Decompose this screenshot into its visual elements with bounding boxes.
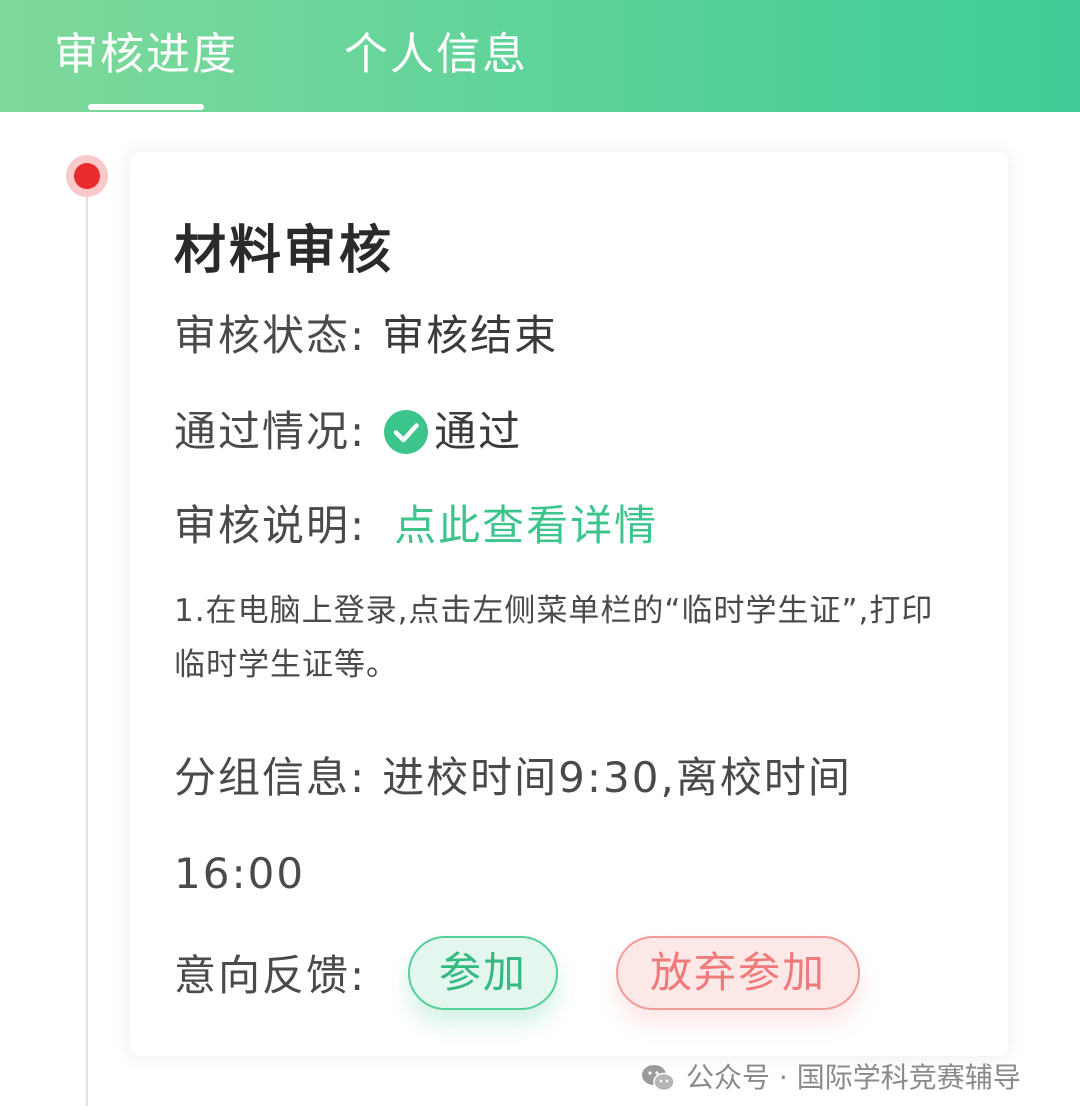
tab-review-progress[interactable]: 审核进度 <box>54 18 238 82</box>
watermark-text: 公众号 · 国际学科竞赛辅导 <box>686 1061 1021 1094</box>
review-card: 材料审核 审核状态: 审核结束 通过情况: 通过 审核说明: 点此查看详情 1.在电脑… <box>130 152 1008 1056</box>
watermark: 公众号 · 国际学科竞赛辅导 <box>640 1056 1021 1096</box>
status-row: 审核状态: 审核结束 <box>174 302 558 363</box>
quit-button[interactable]: 放弃参加 <box>616 936 860 1010</box>
join-button[interactable]: 参加 <box>408 936 558 1010</box>
pass-row: 通过情况: 通过 <box>174 398 522 459</box>
timeline-line <box>86 176 88 1106</box>
active-tab-indicator <box>88 104 204 110</box>
group-info: 分组信息: 进校时间9:30,离校时间16:00 <box>174 730 954 922</box>
desc-row: 审核说明: 点此查看详情 <box>174 492 658 553</box>
desc-label: 审核说明: <box>174 501 367 550</box>
pass-value: 通过 <box>434 407 523 456</box>
feedback-label: 意向反馈: <box>174 951 367 1000</box>
wechat-icon <box>640 1063 676 1100</box>
status-label: 审核状态: <box>174 311 367 360</box>
card-title: 材料审核 <box>174 221 395 281</box>
tab-personal-info[interactable]: 个人信息 <box>344 18 528 82</box>
top-tab-bar: 审核进度 个人信息 <box>0 0 1080 112</box>
pass-label: 通过情况: <box>174 407 367 456</box>
instruction-note: 1.在电脑上登录,点击左侧菜单栏的“临时学生证”,打印临时学生证等。 <box>174 593 934 683</box>
group-label: 分组信息: <box>174 753 367 802</box>
check-circle-icon <box>384 410 429 454</box>
view-details-link[interactable]: 点此查看详情 <box>394 501 658 550</box>
timeline-dot <box>74 163 100 189</box>
status-value: 审核结束 <box>382 311 559 360</box>
